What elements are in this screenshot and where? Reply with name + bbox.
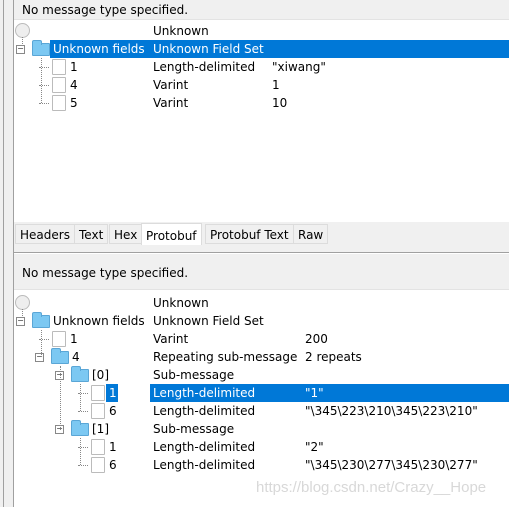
tree-connector	[41, 58, 42, 103]
tab-headers[interactable]: Headers	[15, 224, 75, 244]
field-value: "1"	[305, 386, 324, 400]
message-icon	[15, 23, 30, 38]
field-type: Varint	[153, 78, 189, 92]
collapse-toggle-icon[interactable]: −	[16, 317, 25, 326]
tree-row[interactable]: 1 Length-delimited "2"	[14, 438, 509, 456]
field-name: [0]	[92, 368, 109, 382]
field-value: 1	[272, 78, 280, 92]
top-protobuf-pane: No message type specified. Unknown − Unkno…	[14, 0, 509, 222]
collapse-toggle-icon[interactable]: −	[35, 353, 44, 362]
top-header: No message type specified.	[14, 0, 509, 20]
field-value: "2"	[305, 440, 324, 454]
field-name: 4	[70, 78, 78, 92]
field-type: Unknown	[153, 296, 209, 310]
tree-connector	[22, 37, 23, 46]
tab-hex[interactable]: Hex	[109, 224, 143, 244]
tree-row[interactable]: − [1] Sub-message	[14, 420, 509, 438]
tab-protobuf-text[interactable]: Protobuf Text	[205, 224, 294, 244]
field-type: Varint	[153, 96, 189, 110]
tree-row[interactable]: − [0] Sub-message	[14, 366, 509, 384]
document-icon	[91, 403, 105, 419]
tree-row[interactable]: 1 Length-delimited "1"	[14, 384, 509, 402]
pane-divider[interactable]	[14, 246, 509, 253]
tree-row[interactable]: Unknown	[14, 294, 509, 312]
field-type: Unknown Field Set	[153, 42, 264, 56]
tab-raw[interactable]: Raw	[293, 224, 329, 244]
tree-row[interactable]: Unknown	[14, 22, 509, 40]
field-name: Unknown fields	[53, 42, 145, 56]
tree-row[interactable]: 6 Length-delimited "\345\230\277\345\230\2…	[14, 456, 509, 474]
field-type: Length-delimited	[153, 60, 256, 74]
tree-row[interactable]: 4 Varint 1	[14, 76, 509, 94]
document-icon	[91, 439, 105, 455]
document-icon	[52, 77, 66, 93]
field-type: Unknown Field Set	[153, 314, 264, 328]
field-value: 200	[305, 332, 328, 346]
tree-connector	[41, 330, 42, 357]
folder-icon	[71, 420, 89, 436]
field-value: "\345\230\277\345\230\277"	[305, 458, 478, 472]
field-name: 1	[109, 386, 117, 400]
field-name: 6	[109, 458, 117, 472]
folder-icon	[32, 40, 50, 56]
field-name: Unknown fields	[53, 314, 145, 328]
tree-row[interactable]: 5 Varint 10	[14, 94, 509, 112]
field-name: 4	[72, 350, 80, 364]
tab-protobuf[interactable]: Protobuf	[141, 223, 202, 245]
folder-icon	[32, 312, 50, 328]
folder-icon	[71, 366, 89, 382]
field-type: Varint	[153, 332, 189, 346]
tree-connector	[60, 366, 61, 430]
field-type: Sub-message	[153, 422, 235, 436]
document-icon	[52, 331, 66, 347]
tab-text[interactable]: Text	[74, 224, 109, 244]
tree-row[interactable]: 6 Length-delimited "\345\223\210\345\223\2…	[14, 402, 509, 420]
field-name: 1	[109, 440, 117, 454]
document-icon	[91, 457, 105, 473]
tree-connector	[22, 309, 23, 318]
document-icon	[52, 59, 66, 75]
top-header-text: No message type specified.	[22, 3, 189, 17]
field-name: 1	[70, 60, 78, 74]
tree-connector	[78, 411, 88, 412]
document-icon	[52, 95, 66, 111]
field-name: 6	[109, 404, 117, 418]
field-value: 10	[272, 96, 288, 110]
bottom-header-text: No message type specified.	[22, 266, 189, 280]
field-value: "xiwang"	[272, 60, 326, 74]
tree-row[interactable]: 1 Length-delimited "xiwang"	[14, 58, 509, 76]
tab-bar: Headers Text Hex Protobuf Protobuf Text …	[14, 222, 509, 246]
field-type: Length-delimited	[153, 458, 256, 472]
tree-connector	[39, 103, 49, 104]
tree-connector	[78, 465, 88, 466]
field-value: "\345\223\210\345\223\210"	[305, 404, 478, 418]
field-type: Length-delimited	[153, 440, 256, 454]
tree-row[interactable]: − Unknown fields Unknown Field Set	[14, 312, 509, 330]
tree-row[interactable]: − 4 Repeating sub-message 2 repeats	[14, 348, 509, 366]
field-type: Repeating sub-message	[153, 350, 298, 364]
tree-connector	[80, 384, 81, 411]
message-icon	[15, 295, 30, 310]
window-edge	[0, 0, 14, 507]
watermark: https://blog.csdn.net/Crazy__Hope	[256, 479, 487, 496]
field-type: Length-delimited	[153, 386, 256, 400]
document-icon	[91, 385, 105, 401]
field-name: [1]	[92, 422, 109, 436]
bottom-header: No message type specified.	[14, 254, 509, 290]
field-name: 5	[70, 96, 78, 110]
field-name: 1	[70, 332, 78, 346]
tree-row[interactable]: − Unknown fields Unknown Field Set	[14, 40, 509, 58]
folder-icon	[51, 348, 69, 364]
collapse-toggle-icon[interactable]: −	[16, 45, 25, 54]
field-type: Length-delimited	[153, 404, 256, 418]
bottom-protobuf-pane: No message type specified. Unknown − Unkno…	[14, 254, 509, 507]
tree-row[interactable]: 1 Varint 200	[14, 330, 509, 348]
field-value: 2 repeats	[305, 350, 362, 364]
tree-connector	[80, 438, 81, 465]
field-type: Sub-message	[153, 368, 235, 382]
field-type: Unknown	[153, 24, 209, 38]
